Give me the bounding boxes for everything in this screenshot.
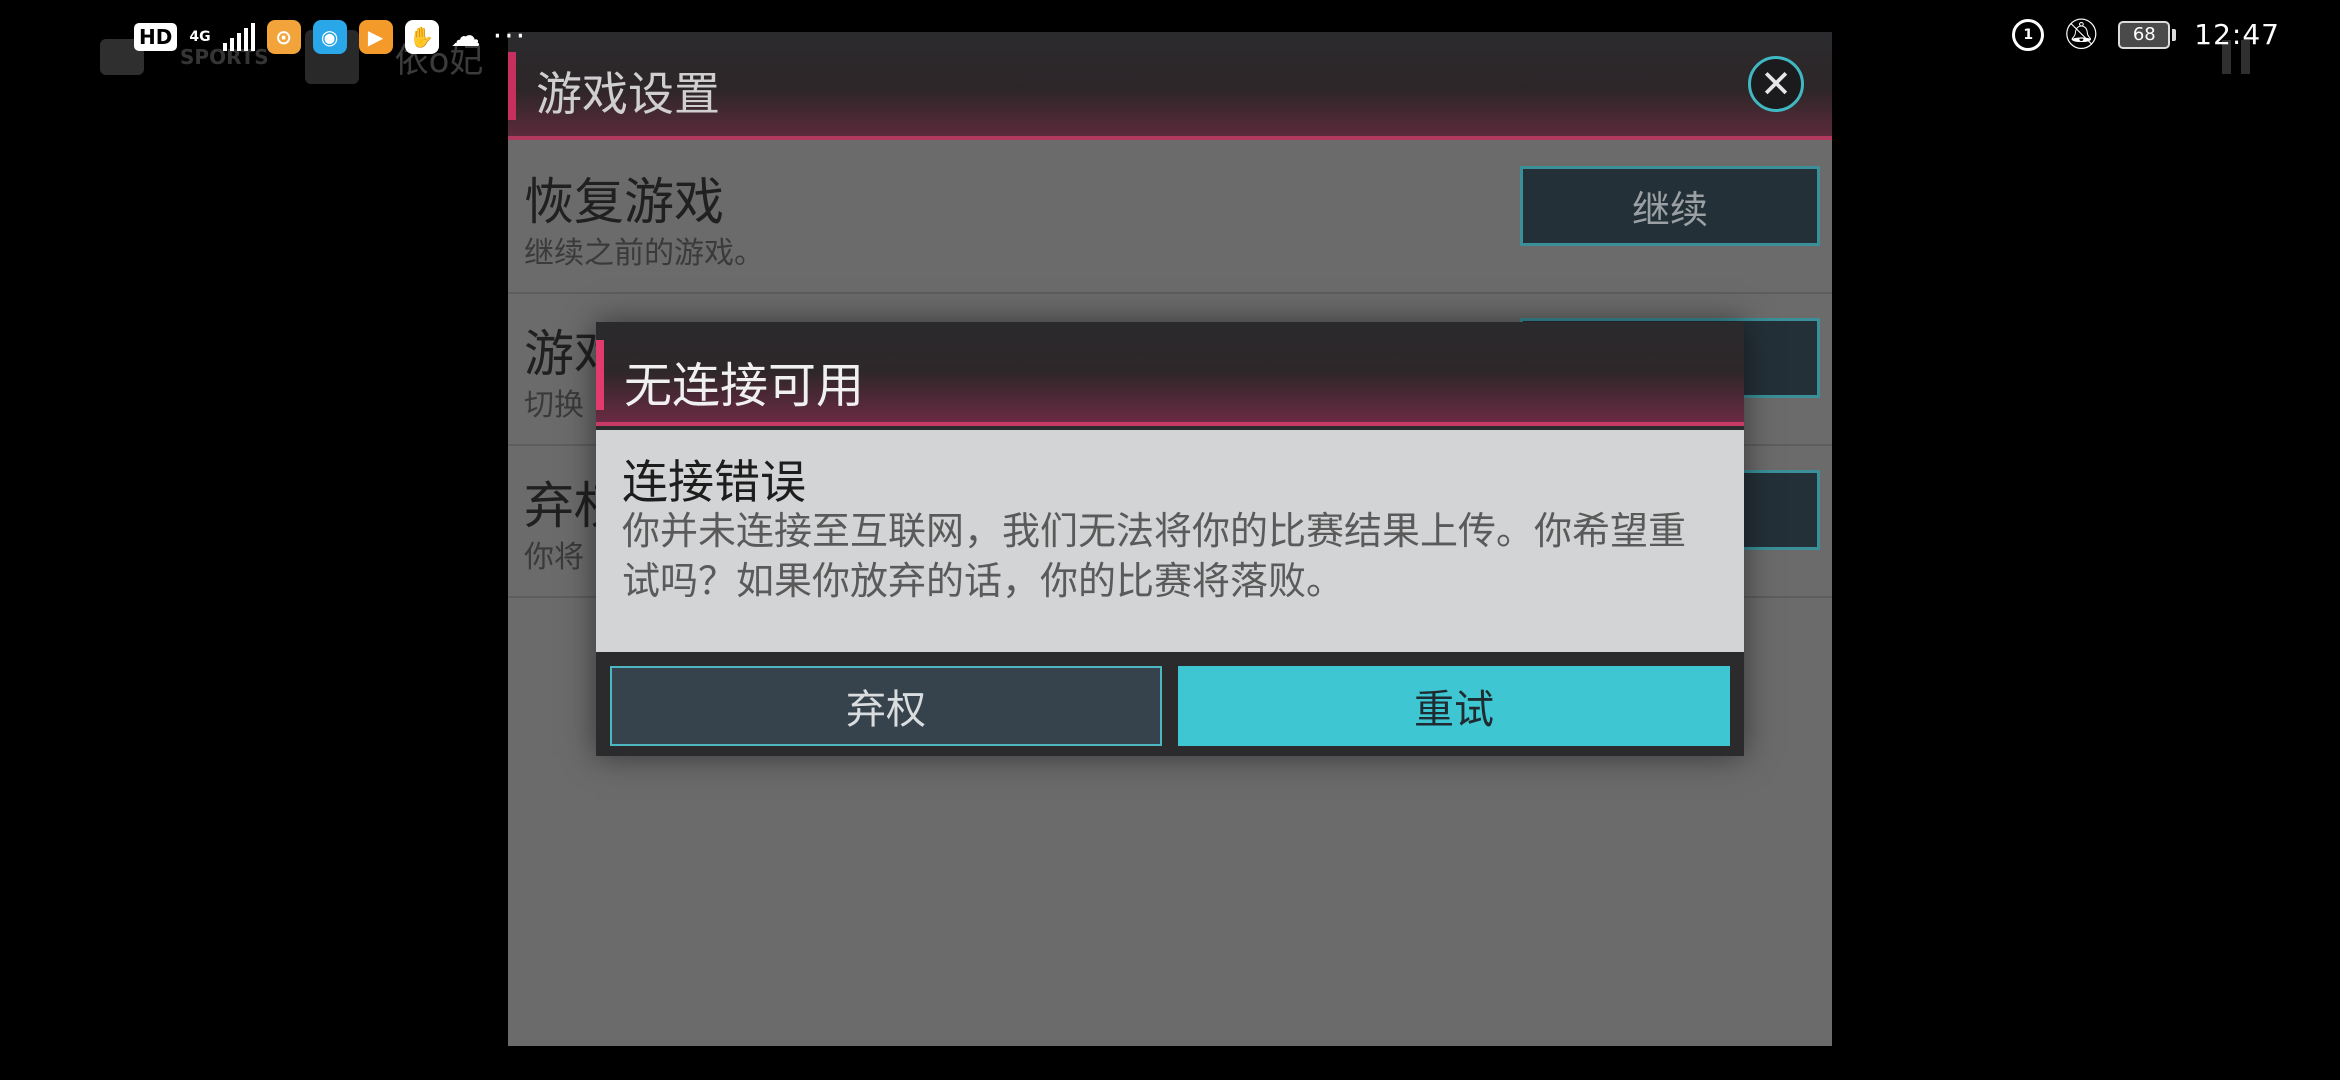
no-connection-dialog: 无连接可用 连接错误 你并未连接至互联网，我们无法将你的比赛结果上传。你希望重试… bbox=[596, 322, 1744, 756]
panel-title: 游戏设置 bbox=[536, 67, 720, 121]
player-nickname: 依o妃 bbox=[394, 40, 484, 81]
battery-level: 68 bbox=[2118, 20, 2171, 49]
close-button[interactable]: ✕ bbox=[1748, 56, 1804, 112]
panel-header: 游戏设置 ✕ bbox=[508, 32, 1832, 140]
dialog-footer: 弃权 重试 bbox=[596, 652, 1744, 756]
retry-button[interactable]: 重试 bbox=[1178, 666, 1730, 746]
forfeit-button[interactable]: 弃权 bbox=[610, 666, 1162, 746]
avatar bbox=[304, 30, 359, 84]
header-accent bbox=[508, 52, 516, 120]
chat-icon bbox=[100, 39, 144, 75]
row-desc: 你将 bbox=[524, 540, 584, 575]
dialog-message: 你并未连接至互联网，我们无法将你的比赛结果上传。你希望重试吗？如果你放弃的话，你… bbox=[622, 509, 1687, 603]
dialog-header: 无连接可用 bbox=[596, 322, 1744, 426]
dialog-title: 无连接可用 bbox=[624, 358, 865, 414]
dialog-heading: 连接错误 bbox=[622, 455, 806, 509]
row-title: 恢复游戏 bbox=[524, 173, 724, 231]
close-icon: ✕ bbox=[1760, 62, 1792, 106]
bell-muted-icon: 🔕︎ bbox=[2062, 16, 2101, 52]
dialog-accent bbox=[596, 340, 604, 410]
dialog-body: 连接错误 你并未连接至互联网，我们无法将你的比赛结果上传。你希望重试吗？如果你放… bbox=[596, 430, 1744, 652]
row-desc: 继续之前的游戏。 bbox=[524, 236, 764, 271]
background-game-bar: SPORTS 依o妃 bbox=[100, 30, 483, 84]
continue-button[interactable]: 继续 bbox=[1520, 166, 1820, 246]
sports-logo: SPORTS bbox=[180, 45, 269, 69]
settings-row-resume: 恢复游戏 继续之前的游戏。 继续 bbox=[508, 144, 1832, 294]
data-saver-icon: 1 bbox=[2012, 18, 2045, 51]
row-desc: 切换 bbox=[524, 388, 584, 423]
pause-icon bbox=[2222, 40, 2250, 74]
battery-icon: 68 bbox=[2118, 20, 2177, 49]
